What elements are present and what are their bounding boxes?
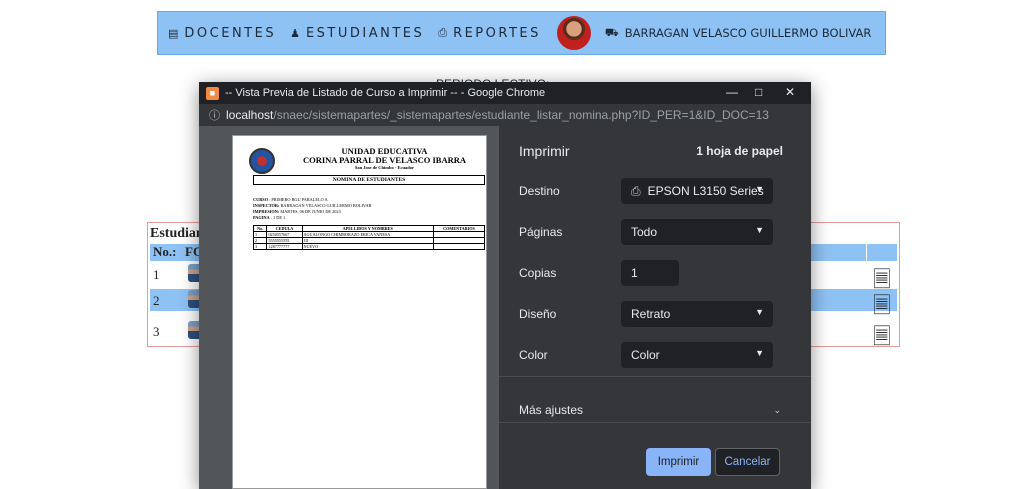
inspector-line: INSPECTOR: BARRAGAN VELASCO GUILLERMO BO…	[253, 203, 371, 208]
favicon-icon: ■	[206, 86, 219, 100]
table-cell: 1287777777	[266, 243, 303, 250]
curso-label: CURSO	[253, 197, 269, 202]
copias-label: Copias	[519, 266, 557, 280]
impresion-label: IMPRESION:	[253, 209, 280, 214]
nav-reportes-label: REPORTES	[453, 25, 541, 41]
chevron-down-icon: ▼	[755, 225, 764, 235]
table-cell: NUEVO	[301, 243, 434, 250]
top-navbar: ▤ DOCENTES ♟ ESTUDIANTES ⎙ REPORTES ⛟ BA…	[157, 11, 886, 55]
url-host: localhost	[226, 108, 274, 122]
table-cell: 3	[252, 243, 268, 250]
car-icon: ⛟	[604, 25, 619, 39]
nav-estudiantes-label: ESTUDIANTES	[305, 25, 425, 41]
inspector-label: INSPECTOR:	[253, 203, 280, 208]
color-value: Color	[631, 348, 660, 362]
pages-select[interactable]: Todo ▼	[621, 219, 773, 245]
list-icon: ▤	[168, 26, 179, 40]
impresion-line: IMPRESION: MARTES, 06 DE JUNIO DE 2023	[253, 209, 341, 214]
color-select[interactable]: Color ▼	[621, 342, 773, 368]
preview-page: UNIDAD EDUCATIVA CORINA PARRAL DE VELASC…	[232, 135, 487, 489]
nav-docentes-label: DOCENTES	[184, 25, 277, 41]
user-icon: ♟	[290, 26, 300, 40]
impresion-value: MARTES, 06 DE JUNIO DE 2023	[280, 209, 341, 214]
paginas-label: Páginas	[519, 225, 563, 239]
curso-value: : PRIMERO BGU PARALELO A	[269, 197, 328, 202]
destination-select[interactable]: ⎙ EPSON L3150 Series ▼	[621, 178, 773, 204]
user-name: BARRAGAN VELASCO GUILLERMO BOLIVAR	[624, 26, 872, 40]
students-table: No. CEDULA APELLIDOS Y NOMBRES COMENTARI…	[252, 225, 485, 250]
chevron-down-icon: ▼	[755, 307, 764, 317]
copies-input[interactable]: 1	[621, 260, 679, 286]
maximize-icon[interactable]: □	[755, 85, 762, 99]
destination-value: EPSON L3150 Series	[647, 184, 764, 198]
pagina-label: PAGINA	[253, 215, 270, 220]
info-icon[interactable]: ⓘ	[209, 107, 220, 123]
print-button[interactable]: Imprimir	[646, 448, 711, 476]
pagina-line: PAGINA : 1 DE 1	[253, 215, 285, 220]
window-title: -- Vista Previa de Listado de Curso a Im…	[225, 87, 546, 99]
table-header-row: No. CEDULA APELLIDOS Y NOMBRES COMENTARI…	[252, 225, 485, 232]
chevron-down-icon: ▼	[755, 348, 764, 358]
printer-icon: ⎙	[631, 183, 641, 198]
address-bar[interactable]: ⓘ localhost/snaec/sistemapartes/_sistema…	[199, 104, 811, 126]
minimize-icon[interactable]: —	[726, 85, 738, 99]
nav-reportes[interactable]: ⎙ REPORTES	[438, 26, 541, 41]
pages-value: Todo	[631, 225, 658, 239]
document-icon[interactable]: 🗏	[873, 320, 891, 358]
color-label: Color	[519, 348, 548, 362]
inspector-value: BARRAGAN VELASCO GUILLERMO BOLIVAR	[280, 203, 372, 208]
printer-icon: ⎙	[438, 26, 448, 39]
header-actions	[866, 244, 897, 261]
user-menu[interactable]: ⛟ BARRAGAN VELASCO GUILLERMO BOLIVAR	[605, 26, 871, 41]
copies-value: 1	[631, 266, 638, 280]
row-number: 2	[153, 293, 160, 308]
more-settings[interactable]: Más ajustes	[519, 403, 583, 417]
cancel-button[interactable]: Cancelar	[715, 448, 780, 476]
header-no: No.:	[153, 244, 177, 259]
avatar[interactable]	[556, 16, 591, 50]
row-number: 3	[153, 324, 160, 339]
nav-estudiantes[interactable]: ♟ ESTUDIANTES	[290, 26, 424, 41]
pagina-value: : 1 DE 1	[270, 215, 286, 220]
print-preview-window: ■ -- Vista Previa de Listado de Curso a …	[199, 82, 811, 489]
row-number: 1	[153, 267, 160, 282]
institution-location: San Jose de Chimbo - Ecuador	[354, 165, 415, 170]
close-icon[interactable]: ✕	[785, 85, 795, 99]
print-settings-panel: Imprimir 1 hoja de papel Destino ⎙ EPSON…	[499, 126, 811, 489]
diseno-label: Diseño	[519, 307, 557, 321]
url-text: localhost/snaec/sistemapartes/_sistemapa…	[226, 108, 769, 122]
table-row: 3 1287777777 NUEVO	[252, 243, 485, 250]
chevron-down-icon[interactable]: ⌄	[773, 405, 781, 416]
curso-line: CURSO : PRIMERO BGU PARALELO A	[253, 197, 328, 202]
layout-value: Retrato	[631, 307, 671, 321]
divider	[499, 376, 811, 377]
url-path: /snaec/sistemapartes/_sistemapartes/estu…	[273, 108, 769, 122]
table-cell	[433, 243, 485, 250]
institution-line-2: CORINA PARRAL DE VELASCO IBARRA	[302, 155, 467, 165]
nav-docentes[interactable]: ▤ DOCENTES	[168, 26, 276, 41]
divider	[499, 422, 811, 423]
layout-select[interactable]: Retrato ▼	[621, 301, 773, 327]
nomina-title: NOMINA DE ESTUDIANTES	[253, 175, 485, 185]
sheet-count: 1 hoja de papel	[696, 144, 783, 158]
print-title: Imprimir	[519, 143, 570, 159]
window-titlebar[interactable]: ■ -- Vista Previa de Listado de Curso a …	[199, 82, 811, 104]
preview-area: UNIDAD EDUCATIVA CORINA PARRAL DE VELASC…	[199, 126, 499, 489]
destino-label: Destino	[519, 184, 560, 198]
chevron-down-icon: ▼	[755, 184, 764, 194]
